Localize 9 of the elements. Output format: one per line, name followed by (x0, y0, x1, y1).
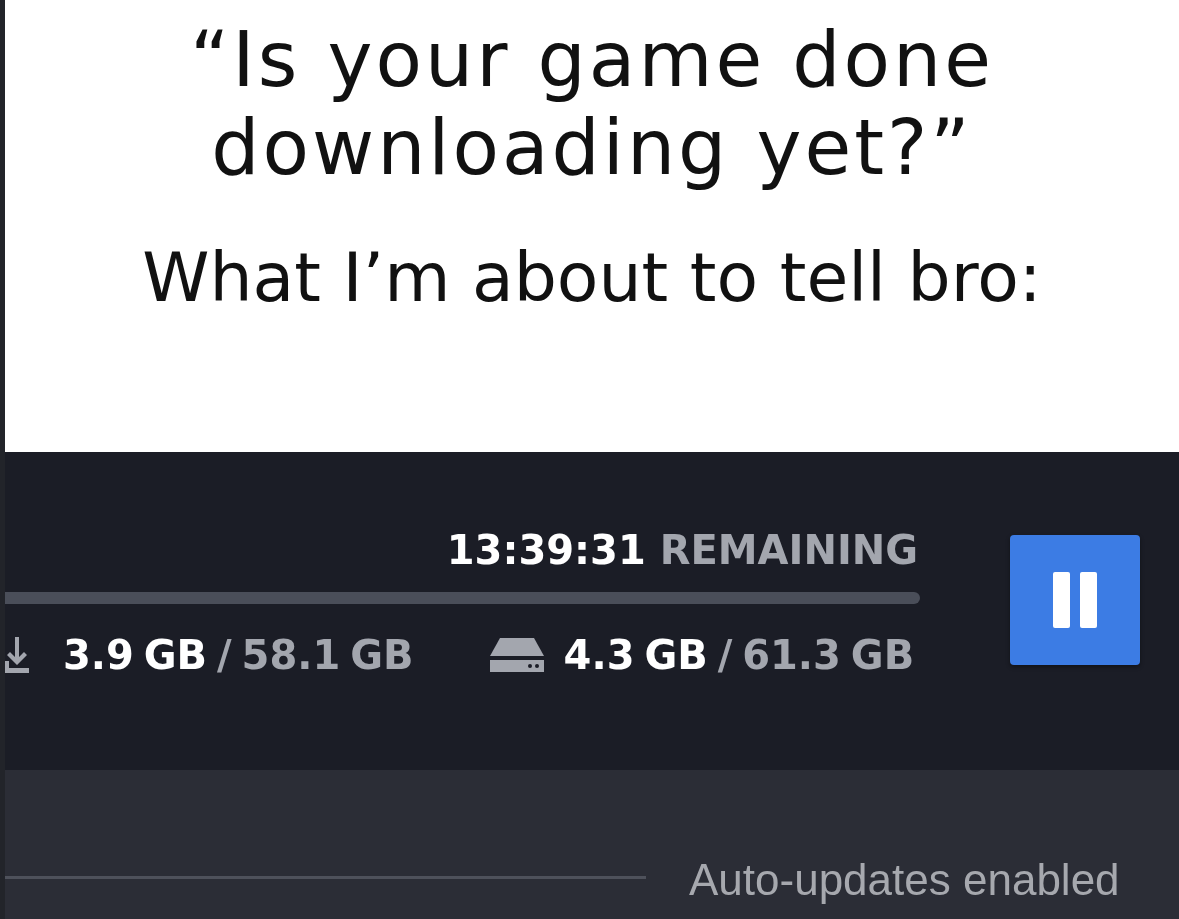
question-caption: “Is your game done downloading yet?” (189, 16, 995, 192)
time-remaining-text: 13:39:31 REMAINING (446, 526, 919, 574)
download-size-text: 3.9 GB / 58.1 GB (63, 631, 414, 679)
hard-drive-icon (489, 638, 544, 672)
disk-usage-text: 4.3 GB / 61.3 GB (563, 631, 915, 679)
reply-caption: What I’m about to tell bro: (141, 242, 1043, 314)
auto-updates-status: Auto-updates enabled (689, 856, 1120, 904)
pause-button[interactable] (1010, 535, 1140, 665)
download-icon (5, 637, 29, 673)
